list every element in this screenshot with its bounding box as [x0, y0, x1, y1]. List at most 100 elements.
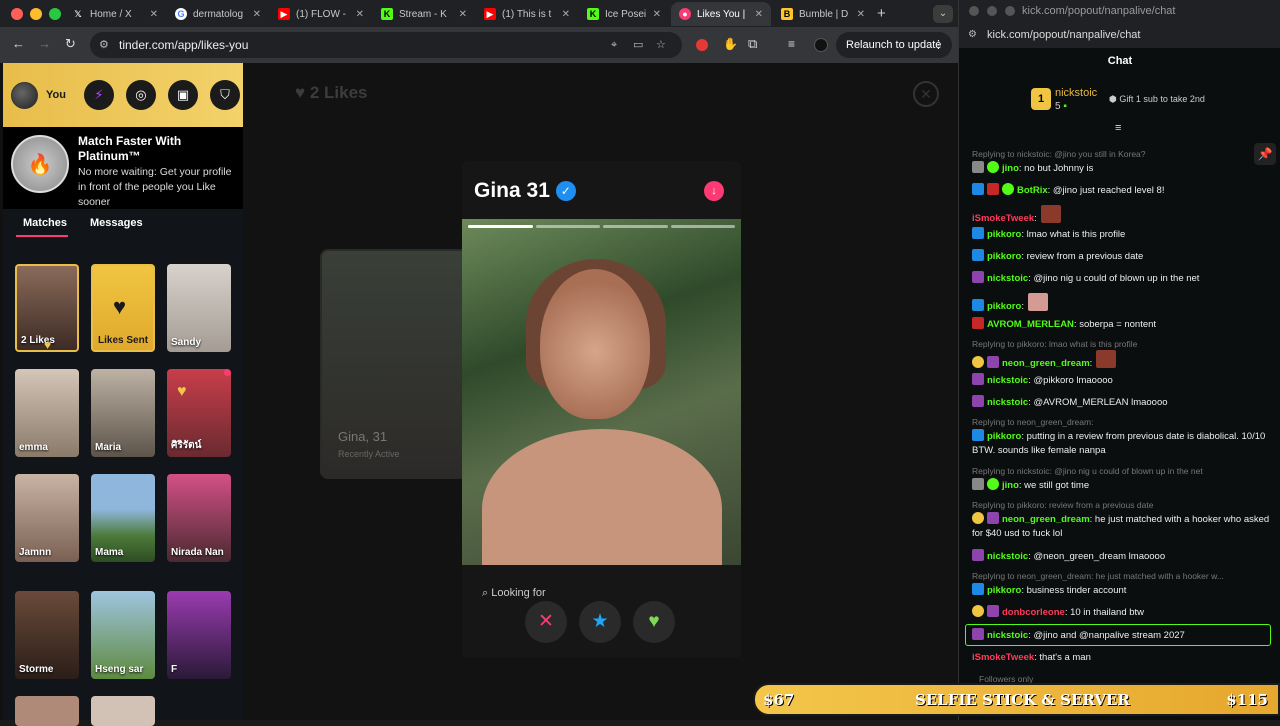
- bg-card-name: Gina, 31: [338, 429, 388, 444]
- leader-name[interactable]: nickstoic: [1055, 87, 1097, 99]
- youtube-icon: ▶: [278, 8, 290, 20]
- followers-only-notice: Followers only: [979, 674, 1034, 683]
- address-bar[interactable]: ⚙ tinder.com/app/likes-you ⌖ ▭ ☆: [90, 32, 682, 58]
- chat-message: iSmokeTweek: that's a man: [972, 652, 1091, 663]
- relaunch-button[interactable]: Relaunch to update ⋮: [836, 32, 952, 58]
- reply-context: Replying to pikkoro: lmao what is this p…: [972, 339, 1138, 349]
- goal-title: SELFIE STICK & SERVER: [915, 691, 1130, 709]
- close-window-button[interactable]: [11, 8, 23, 20]
- minimize-window-button[interactable]: [30, 8, 42, 20]
- gift-sub-prompt[interactable]: ⬢ Gift 1 sub to take 2nd: [1109, 94, 1205, 105]
- match-tile[interactable]: Sandy: [167, 264, 231, 352]
- site-info-icon[interactable]: ⚙: [968, 22, 977, 48]
- close-tab-icon[interactable]: ✕: [755, 9, 763, 20]
- maximize-window-button[interactable]: [49, 8, 61, 20]
- close-tab-icon[interactable]: ✕: [857, 9, 865, 20]
- chat-window-title: kick.com/popout/nanpalive/chat: [959, 0, 1280, 22]
- explore-compass-icon[interactable]: ◎: [125, 80, 156, 110]
- likes-sent-icon: ♥: [113, 294, 127, 319]
- nope-button[interactable]: ✕: [525, 601, 567, 643]
- location-icon[interactable]: ⌖: [611, 32, 617, 58]
- tab-5[interactable]: K Ice Posei ✕: [579, 2, 669, 26]
- highlighted-message-border: [965, 624, 1271, 646]
- tinder-icon: ●: [679, 8, 691, 20]
- boost-icon[interactable]: ⚡: [83, 80, 114, 110]
- goal-left-amount: $67: [763, 691, 795, 709]
- tab-2[interactable]: ▶ (1) FLOW - ✕: [270, 2, 372, 26]
- background-profile-card: Gina, 31 Recently Active: [320, 249, 470, 479]
- match-tile[interactable]: F: [167, 591, 231, 679]
- tab-messages[interactable]: Messages: [90, 217, 143, 229]
- active-tab-underline: [16, 235, 68, 237]
- tab-7[interactable]: B Bumble | D ✕: [773, 2, 873, 26]
- tab-4[interactable]: ▶ (1) This is t ✕: [476, 2, 578, 26]
- likes-you-panel: ♥ 2 Likes ✕ Gina, 31 Recently Active Gin…: [243, 63, 958, 720]
- tab-3[interactable]: K Stream - K ✕: [373, 2, 475, 26]
- profile-avatar-icon[interactable]: [814, 38, 828, 52]
- tab-0[interactable]: 𝕏 Home / X ✕: [64, 2, 166, 26]
- match-tile[interactable]: Hseng sar: [91, 591, 155, 679]
- kick-icon: K: [587, 8, 599, 20]
- super-like-button[interactable]: ★: [579, 601, 621, 643]
- sidebar-header: You ⚡ ◎ ▣ ⛉: [3, 63, 243, 127]
- chat-message: donbcorleone: 10 in thailand btw: [972, 605, 1272, 620]
- match-tile[interactable]: Maria: [91, 369, 155, 457]
- close-tab-icon[interactable]: ✕: [459, 9, 467, 20]
- platinum-promo[interactable]: 🔥 Match Faster With Platinum™ No more wa…: [3, 127, 243, 209]
- match-tile[interactable]: [15, 696, 79, 726]
- close-tab-icon[interactable]: ✕: [150, 9, 158, 20]
- extensions-puzzle-icon[interactable]: ⧉: [748, 36, 757, 52]
- close-icon[interactable]: ✕: [913, 81, 939, 107]
- url-text: tinder.com/app/likes-you: [119, 38, 249, 52]
- media-control-icon[interactable]: ≡: [788, 37, 795, 51]
- browser-toolbar: ← → ↻ ⚙ tinder.com/app/likes-you ⌖ ▭ ☆ ✋…: [0, 27, 958, 63]
- match-tile[interactable]: emma: [15, 369, 79, 457]
- site-info-icon[interactable]: ⚙: [99, 32, 109, 58]
- close-tab-icon[interactable]: ✕: [562, 9, 570, 20]
- chat-url-bar[interactable]: ⚙ kick.com/popout/nanpalive/chat: [959, 22, 1280, 48]
- tab-matches[interactable]: Matches: [23, 217, 67, 229]
- chat-message: neon_green_dream:: [972, 350, 1272, 371]
- close-tab-icon[interactable]: ✕: [653, 9, 661, 20]
- profile-modal: Gina 31 ✓ ↓ ⌕ Looking for ✕ ★ ♥: [462, 161, 741, 658]
- extension-hand-icon[interactable]: ✋: [723, 37, 738, 51]
- forward-icon[interactable]: →: [38, 36, 51, 51]
- chat-message: nickstoic: @neon_green_dream lmaoooo: [972, 549, 1272, 564]
- google-icon: G: [175, 8, 187, 20]
- kick-icon: K: [381, 8, 393, 20]
- likes-sent-tile[interactable]: ♥ Likes Sent: [91, 264, 155, 352]
- cast-icon[interactable]: ▭: [633, 32, 643, 58]
- safety-shield-icon[interactable]: ⛉: [209, 80, 240, 110]
- stream-goal-banner: $67 SELFIE STICK & SERVER $115: [753, 683, 1280, 716]
- avatar[interactable]: [11, 81, 38, 109]
- match-tile[interactable]: ♥ ศิริรัตน์: [167, 369, 231, 457]
- photo-progress-bars: [468, 225, 735, 228]
- match-tile[interactable]: Mama: [91, 474, 155, 562]
- bookmark-star-icon[interactable]: ☆: [656, 32, 666, 58]
- menu-dots-icon[interactable]: ⋮: [933, 32, 944, 58]
- likes-tile[interactable]: 2 Likes ♥: [15, 264, 79, 352]
- collapse-arrow-icon[interactable]: ↓: [704, 181, 724, 201]
- reload-icon[interactable]: ↻: [65, 36, 76, 52]
- close-tab-icon[interactable]: ✕: [356, 9, 364, 20]
- close-tab-icon[interactable]: ✕: [253, 9, 261, 20]
- chat-message: AVROM_MERLEAN: soberpa = nontent: [972, 317, 1272, 332]
- new-tab-button[interactable]: +: [877, 5, 886, 22]
- tab-1[interactable]: Gdermatolog ✕: [167, 2, 269, 26]
- match-tile[interactable]: Nirada Nan: [167, 474, 231, 562]
- match-tile[interactable]: [91, 696, 155, 726]
- bg-card-status: Recently Active: [338, 449, 400, 459]
- match-tile[interactable]: Jamnn: [15, 474, 79, 562]
- profile-photo[interactable]: [462, 219, 741, 565]
- back-icon[interactable]: ←: [12, 36, 25, 51]
- promo-text: No more waiting: Get your profile in fro…: [78, 166, 232, 208]
- profile-label[interactable]: You: [46, 89, 66, 101]
- match-tile[interactable]: Storme: [15, 591, 79, 679]
- tab-6-active[interactable]: ● Likes You | ✕: [671, 2, 771, 26]
- briefcase-icon[interactable]: ▣: [167, 80, 198, 110]
- tab-search-button[interactable]: ⌄: [933, 5, 953, 23]
- extension-red-icon[interactable]: [696, 39, 708, 51]
- x-icon: 𝕏: [74, 9, 82, 19]
- gift-icon: ⬢: [1109, 94, 1120, 104]
- like-button[interactable]: ♥: [633, 601, 675, 643]
